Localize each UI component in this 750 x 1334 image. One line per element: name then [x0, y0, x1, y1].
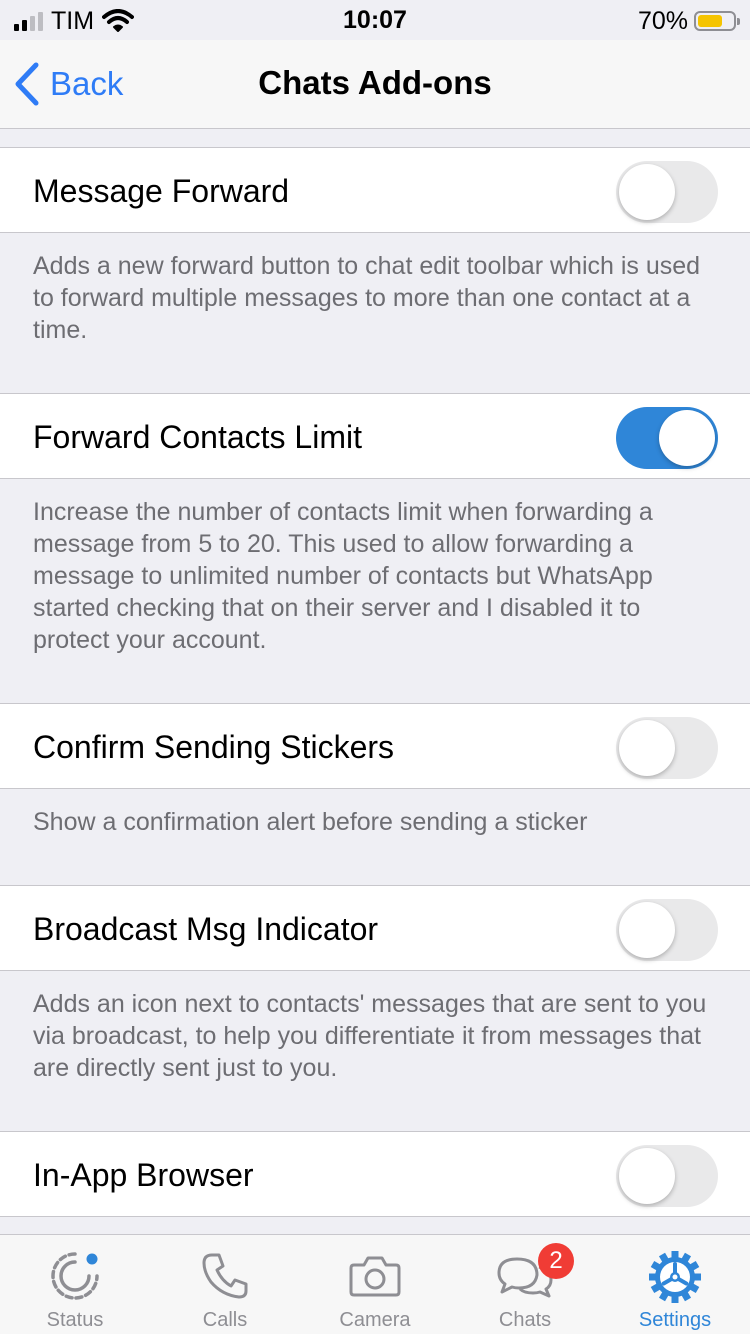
gear-icon [649, 1251, 701, 1303]
setting-label: In-App Browser [33, 1157, 254, 1193]
setting-label: Broadcast Msg Indicator [33, 911, 379, 947]
tab-bar: Status Calls Camera 2 Chats Settings [0, 1234, 750, 1334]
battery-percent: 70% [637, 6, 688, 35]
setting-description: Adds an icon next to contacts' messages … [33, 990, 707, 1082]
status-bar: TIM 10:07 70% [0, 0, 750, 40]
phone-icon [202, 1253, 248, 1299]
tab-label: Settings [638, 1309, 712, 1331]
tab-chats[interactable]: 2 Chats [450, 1235, 600, 1334]
tab-label: Camera [339, 1309, 411, 1331]
tab-calls[interactable]: Calls [150, 1235, 300, 1334]
tab-label: Calls [202, 1309, 248, 1331]
setting-row-message-forward: Message Forward [0, 147, 750, 233]
setting-label: Forward Contacts Limit [33, 419, 362, 455]
in-app-browser-toggle[interactable] [616, 1145, 718, 1207]
page-title: Chats Add-ons [258, 64, 492, 101]
broadcast-msg-indicator-toggle[interactable] [616, 899, 718, 961]
message-forward-toggle[interactable] [616, 161, 718, 223]
tab-label: Status [46, 1309, 104, 1331]
setting-row-broadcast-msg-indicator: Broadcast Msg Indicator [0, 885, 750, 971]
setting-row-forward-contacts-limit: Forward Contacts Limit [0, 393, 750, 479]
setting-row-in-app-browser: In-App Browser [0, 1131, 750, 1217]
confirm-sending-stickers-toggle[interactable] [616, 717, 718, 779]
settings-list: Message Forward Adds a new forward butto… [0, 129, 750, 1234]
battery-icon [694, 11, 740, 31]
tab-camera[interactable]: Camera [300, 1235, 450, 1334]
setting-label: Message Forward [33, 173, 290, 209]
navigation-bar: Back Chats Add-ons [0, 40, 750, 129]
battery-fill [698, 15, 722, 27]
setting-description: Show a confirmation alert before sending… [33, 808, 588, 836]
camera-icon [349, 1256, 401, 1297]
tab-label: Chats [498, 1309, 552, 1331]
chats-unread-badge: 2 [538, 1243, 574, 1279]
tab-status[interactable]: Status [0, 1235, 150, 1334]
setting-description: Increase the number of contacts limit wh… [33, 498, 653, 654]
screen: TIM 10:07 70% Back Chats Add-ons Message… [0, 0, 750, 1334]
forward-contacts-limit-toggle[interactable] [616, 407, 718, 469]
status-icon [51, 1252, 99, 1300]
setting-description: Adds a new forward button to chat edit t… [33, 252, 701, 344]
setting-label: Confirm Sending Stickers [33, 729, 395, 765]
status-right: 70% [637, 6, 740, 36]
setting-row-confirm-sending-stickers: Confirm Sending Stickers [0, 703, 750, 789]
tab-settings[interactable]: Settings [600, 1235, 750, 1334]
